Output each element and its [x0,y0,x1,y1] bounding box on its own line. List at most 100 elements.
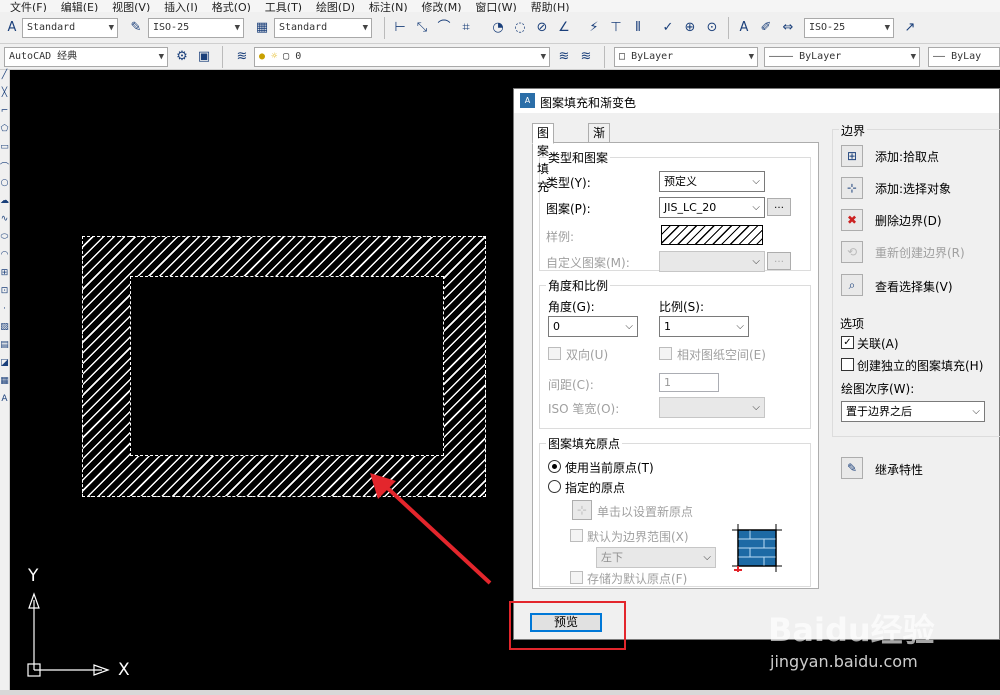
gradient-icon[interactable]: ▤ [0,340,9,358]
type-select[interactable]: 预定义 ⌵ [659,171,765,192]
text-style-select[interactable]: Standard ▼ [22,18,118,38]
layer-previous-icon[interactable]: ≋ [576,47,596,67]
revcloud-icon[interactable]: ☁ [0,196,9,214]
dim-style-select[interactable]: ISO-25 ▼ [148,18,244,38]
make-block-icon[interactable]: ⊡ [0,286,9,304]
specified-origin-radio[interactable] [548,480,561,493]
workspace-settings-icon[interactable]: ⚙ [172,47,192,67]
custom-pattern-browse-button[interactable]: … [767,252,791,270]
ellipse-arc-icon[interactable]: ◠ [0,250,9,268]
lineweight-select[interactable]: —— ByLay [928,47,1000,67]
recreate-boundary-label[interactable]: 重新创建边界(R) [875,244,965,261]
relative-paper-checkbox[interactable] [659,347,672,360]
spacing-input[interactable]: 1 [659,373,719,392]
remove-boundaries-label[interactable]: 删除边界(D) [875,212,942,229]
jogged-dim-icon[interactable]: ◌ [510,18,530,38]
menu-insert[interactable]: 插入(I) [164,2,198,12]
region-icon[interactable]: ◪ [0,358,9,376]
tolerance-icon[interactable]: ✓ [658,18,678,38]
ordinate-dim-icon[interactable]: ⌗ [456,18,476,38]
remove-boundaries-button[interactable]: ✖ [841,209,863,231]
layer-manager-icon[interactable]: ▣ [194,47,214,67]
table-style-select[interactable]: Standard ▼ [274,18,372,38]
radius-dim-icon[interactable]: ◔ [488,18,508,38]
insert-block-icon[interactable]: ⊞ [0,268,9,286]
custom-pattern-select[interactable]: ⌵ [659,251,765,272]
view-selections-label[interactable]: 查看选择集(V) [875,278,953,295]
menu-window[interactable]: 窗口(W) [475,2,516,12]
default-extent-checkbox[interactable] [570,529,583,542]
mleader-style-select[interactable]: ISO-25 ▼ [804,18,894,38]
scale-select[interactable]: 1 ⌵ [659,316,749,337]
tab-gradient[interactable]: 渐变色 [588,123,611,176]
pattern-select[interactable]: JIS_LC_20 ⌵ [659,197,765,218]
click-set-origin-button[interactable]: ⊹ [572,500,592,520]
dim-style-icon[interactable]: ✎ [126,18,146,38]
table-style-icon[interactable]: ▦ [252,18,272,38]
linear-dim-icon[interactable]: ⊢ [390,18,410,38]
menu-dimension[interactable]: 标注(N) [369,2,408,12]
tab-hatch[interactable]: 图案填充 [532,123,555,194]
layer-properties-icon[interactable]: ≋ [232,47,252,67]
pattern-swatch[interactable] [661,225,763,245]
menu-modify[interactable]: 修改(M) [421,2,461,12]
associative-checkbox[interactable]: ✓ [841,336,854,349]
pattern-browse-button[interactable]: … [767,198,791,216]
baseline-dim-icon[interactable]: ⊤ [606,18,626,38]
recreate-boundary-button[interactable]: ⟲ [841,241,863,263]
inherit-properties-button[interactable]: ✎ [841,457,863,479]
continue-dim-icon[interactable]: ⫴ [628,18,648,38]
draw-order-select[interactable]: 置于边界之后 ⌵ [841,401,985,422]
table-icon[interactable]: ▦ [0,376,9,394]
point-icon[interactable]: · [0,304,9,322]
diameter-dim-icon[interactable]: ⊘ [532,18,552,38]
menu-view[interactable]: 视图(V) [112,2,150,12]
workspace-select[interactable]: AutoCAD 经典 ▼ [4,47,168,67]
polygon-icon[interactable]: ⬠ [0,124,9,142]
quick-dim-icon[interactable]: ⚡ [584,18,604,38]
line-icon[interactable]: ╱ [0,70,9,88]
text-style-icon[interactable]: A [2,18,22,38]
layer-select[interactable]: ● ☼ ▢ 0 ▼ [254,47,550,67]
dim-edit-icon[interactable]: A [734,18,754,38]
angular-dim-icon[interactable]: ∠ [554,18,574,38]
polyline-icon[interactable]: ⌐ [0,106,9,124]
linetype-select[interactable]: ———— ByLayer ▼ [764,47,920,67]
dim-text-edit-icon[interactable]: ✐ [756,18,776,38]
rectangle-icon[interactable]: ▭ [0,142,9,160]
dim-update-icon[interactable]: ⇔ [778,18,798,38]
magnifier-icon[interactable]: ⌕ [841,274,863,296]
mleader-icon[interactable]: ↗ [900,18,920,38]
double-checkbox[interactable] [548,347,561,360]
menu-help[interactable]: 帮助(H) [531,2,570,12]
ellipse-icon[interactable]: ⬭ [0,232,9,250]
add-select-objects-label[interactable]: 添加:选择对象 [875,180,951,197]
menu-file[interactable]: 文件(F) [10,2,47,12]
iso-pen-select[interactable]: ⌵ [659,397,765,418]
add-select-objects-button[interactable]: ⊹ [841,177,863,199]
mtext-icon[interactable]: A [0,394,9,412]
color-select[interactable]: □ ByLayer ▼ [614,47,758,67]
inspect-icon[interactable]: ⊙ [702,18,722,38]
use-current-origin-radio[interactable] [548,460,561,473]
dialog-titlebar[interactable]: A 图案填充和渐变色 [514,89,999,113]
menu-tools[interactable]: 工具(T) [265,2,302,12]
circle-icon[interactable]: ○ [0,178,9,196]
make-current-layer-icon[interactable]: ≋ [554,47,574,67]
aligned-dim-icon[interactable]: ⤡ [412,18,432,38]
hatch-icon[interactable]: ▨ [0,322,9,340]
spline-icon[interactable]: ∿ [0,214,9,232]
menu-edit[interactable]: 编辑(E) [61,2,99,12]
separate-hatches-checkbox[interactable] [841,358,854,371]
inner-boundary-rectangle[interactable] [130,276,444,456]
add-pick-points-label[interactable]: 添加:拾取点 [875,148,939,165]
add-pick-points-button[interactable]: ⊞ [841,145,863,167]
inherit-properties-label[interactable]: 继承特性 [875,461,923,478]
menu-draw[interactable]: 绘图(D) [316,2,355,12]
store-default-origin-checkbox[interactable] [570,571,583,584]
menu-format[interactable]: 格式(O) [212,2,251,12]
extent-select[interactable]: 左下 ⌵ [596,547,716,568]
arc-length-icon[interactable]: ⌒ [434,18,454,38]
center-mark-icon[interactable]: ⊕ [680,18,700,38]
arc-icon[interactable]: ⌒ [0,160,9,178]
